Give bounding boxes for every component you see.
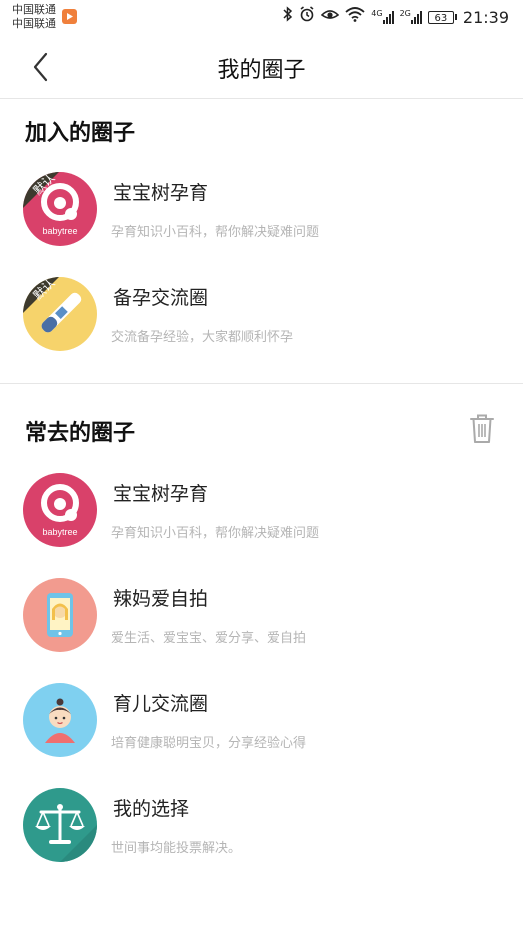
status-time: 21:39	[462, 7, 509, 27]
section-divider	[0, 383, 523, 384]
wifi-icon	[345, 6, 365, 29]
status-indicators: 4G 2G 63 21:39	[283, 5, 509, 29]
frequent-section-title: 常去的圈子	[25, 421, 136, 446]
alarm-icon	[299, 5, 315, 29]
scales-icon	[23, 788, 97, 862]
status-bar: 中国联通 中国联通 4G 2G 63 21:39	[0, 0, 523, 36]
battery-icon: 63	[427, 10, 457, 24]
network-type-2: 2G	[399, 9, 411, 18]
selfie-phone-icon	[23, 578, 97, 652]
frequent-item-babytree[interactable]: babytree 宝宝树孕育 孕育知识小百科，帮你解决疑难问题	[0, 465, 523, 555]
circle-name: 育儿交流圈	[113, 693, 209, 715]
trash-icon	[470, 414, 494, 443]
signal-2: 2G	[400, 10, 422, 24]
circle-name: 宝宝树孕育	[113, 182, 209, 204]
joined-item-pregnancy-prep[interactable]: 默认 备孕交流圈 交流备孕经验，大家都顺利怀孕	[0, 269, 523, 359]
circle-name: 辣妈爱自拍	[113, 588, 209, 610]
circle-desc: 世间事均能投票解决。	[111, 841, 242, 856]
babytree-logo-text: babytree	[42, 527, 77, 537]
signal-bars-1-icon	[382, 10, 394, 24]
frequent-item-selfie-moms[interactable]: 辣妈爱自拍 爱生活、爱宝宝、爱分享、爱自拍	[0, 570, 523, 660]
circle-desc: 孕育知识小百科，帮你解决疑难问题	[111, 526, 320, 541]
circle-desc: 交流备孕经验，大家都顺利怀孕	[111, 330, 294, 345]
circle-name: 我的选择	[113, 798, 190, 820]
page-title: 我的圈子	[217, 58, 306, 83]
signal-1: 4G	[371, 9, 394, 24]
baby-face-icon	[23, 683, 97, 757]
pregnancy-test-icon: 默认	[23, 277, 97, 351]
battery-level: 63	[427, 10, 454, 24]
signal-bars-2-icon	[410, 10, 422, 24]
babytree-logo-icon: babytree	[23, 473, 97, 547]
joined-item-babytree[interactable]: babytree 默认 宝宝树孕育 孕育知识小百科，帮你解决疑难问题	[0, 164, 523, 254]
babytree-logo-text: babytree	[42, 226, 77, 236]
circle-name: 备孕交流圈	[113, 287, 209, 309]
circle-desc: 培育健康聪明宝贝，分享经验心得	[111, 736, 307, 751]
frequent-item-my-choice[interactable]: 我的选择 世间事均能投票解决。	[0, 780, 523, 870]
circle-desc: 孕育知识小百科，帮你解决疑难问题	[111, 225, 320, 240]
babytree-logo-icon: babytree 默认	[23, 172, 97, 246]
circle-desc: 爱生活、爱宝宝、爱分享、爱自拍	[111, 631, 307, 646]
circle-name: 宝宝树孕育	[113, 483, 209, 505]
joined-section-title: 加入的圈子	[25, 121, 136, 146]
frequent-item-parenting[interactable]: 育儿交流圈 培育健康聪明宝贝，分享经验心得	[0, 675, 523, 765]
carrier-1: 中国联通	[12, 3, 56, 16]
nav-header: 我的圈子	[0, 36, 523, 99]
notification-app-icon	[62, 9, 77, 24]
bluetooth-icon	[283, 5, 293, 29]
delete-button[interactable]	[469, 413, 495, 445]
network-type-1: 4G	[371, 9, 383, 18]
eye-comfort-icon	[321, 6, 340, 28]
carrier-names: 中国联通 中国联通	[12, 3, 56, 31]
carrier-2: 中国联通	[12, 17, 56, 30]
